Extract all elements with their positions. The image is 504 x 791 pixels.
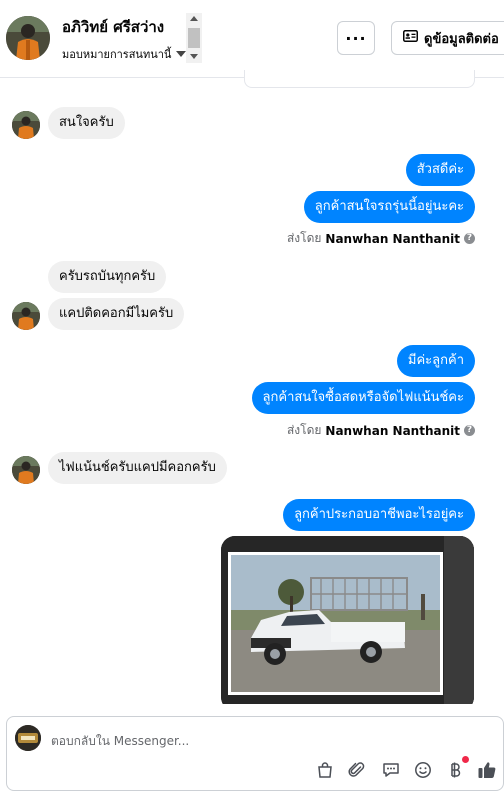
sent-by-label: ส่งโดย Nanwhan Nanthanit ? [287,421,475,440]
help-icon[interactable]: ? [464,233,475,244]
assign-label: มอบหมายการสนทนานี้ [62,48,172,61]
outgoing-message[interactable]: ลูกค้าสนใจซื้อสดหรือจัดไฟแน้นช์คะ [251,382,475,414]
emoji-icon[interactable] [412,759,434,781]
incoming-message[interactable]: ครับรถบันทุกครับ [48,261,167,293]
sent-by-prefix: ส่งโดย [286,231,322,245]
agent-name[interactable]: Nanwhan Nanthanit [325,232,460,246]
outgoing-message[interactable]: มีค่ะลูกค้า [396,345,475,377]
agent-name[interactable]: Nanwhan Nanthanit [325,424,460,438]
assign-conversation-dropdown[interactable]: มอบหมายการสนทนานี้ [62,45,187,63]
reply-composer: ตอบกลับใน Messenger... [6,716,504,791]
chevron-down-icon [176,51,187,57]
header-scrollbar[interactable] [186,13,202,63]
outgoing-message[interactable]: สัวสดีค่ะ [405,154,475,186]
sent-by-label: ส่งโดย Nanwhan Nanthanit ? [287,229,475,248]
outgoing-message[interactable]: ลูกค้าประกอบอาชีพอะไรอยู่คะ [283,499,475,531]
notification-dot [462,756,469,763]
conversation-header: อภิวิทย์ ศรีสว่าง มอบหมายการสนทนานี้ ···… [0,0,504,88]
sent-by-prefix: ส่งโดย [286,423,322,437]
saved-reply-icon[interactable] [380,759,402,781]
attachment-icon[interactable] [346,759,368,781]
incoming-message[interactable]: สนใจครับ [48,107,125,139]
avatar [12,302,40,330]
more-icon: ··· [345,28,367,48]
truck-photo [221,536,474,704]
outgoing-message[interactable]: ลูกค้าสนใจรถรุ่นนี้อยู่นะคะ [303,191,475,223]
shopping-bag-icon[interactable] [314,759,336,781]
incoming-message[interactable]: ไฟแน้นช์ครับแคปมีคอกครับ [48,452,227,484]
scroll-thumb[interactable] [188,28,200,48]
contact-card-icon [403,30,418,46]
scroll-up-icon[interactable] [190,16,198,21]
page-avatar [15,725,41,751]
avatar [12,111,40,139]
thumbs-up-icon[interactable] [476,759,498,781]
customer-avatar[interactable] [6,16,50,60]
more-button[interactable]: ··· [337,21,375,55]
view-contact-button[interactable]: ดูข้อมูลติดต่อ [391,21,504,55]
image-attachment[interactable] [221,536,474,704]
help-icon[interactable]: ? [464,425,475,436]
view-contact-label: ดูข้อมูลติดต่อ [424,31,499,47]
currency-icon[interactable] [444,756,469,781]
incoming-message[interactable]: แคปติดคอกมีไมครับ [48,298,185,330]
avatar [12,456,40,484]
customer-name: อภิวิทย์ ศรีสว่าง [62,18,165,36]
scroll-down-icon[interactable] [190,54,198,59]
message-thread[interactable]: สนใจครับ สัวสดีค่ะ ลูกค้าสนใจรถรุ่นนี้อย… [0,79,504,704]
reply-input[interactable]: ตอบกลับใน Messenger... [51,732,189,751]
